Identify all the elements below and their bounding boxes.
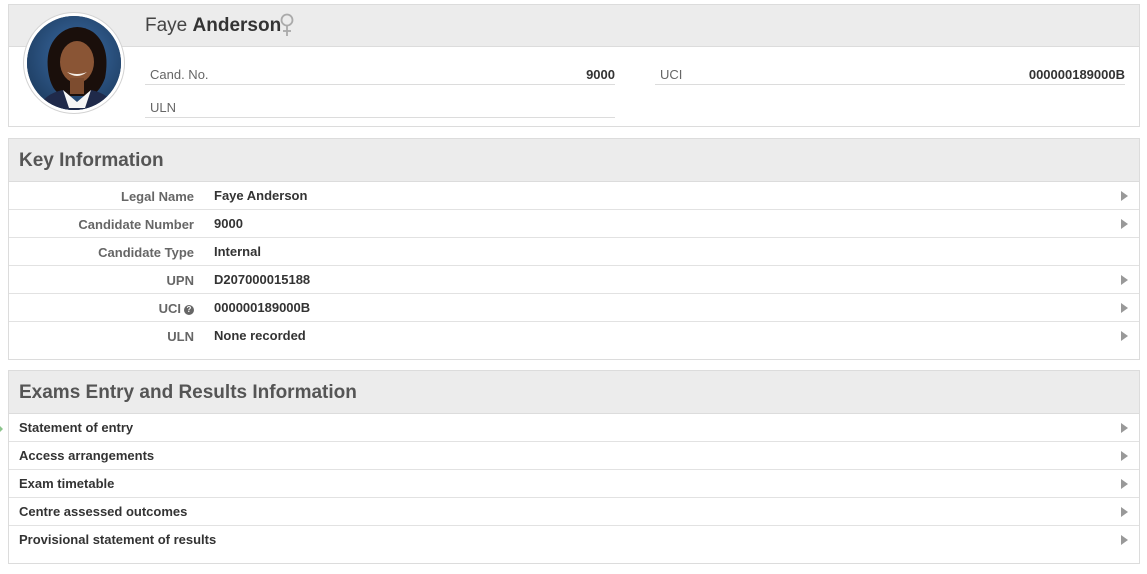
row-label: Candidate Number: [78, 217, 194, 232]
female-symbol-icon: [280, 13, 294, 36]
key-row-candidate-type: Candidate Type Internal: [9, 238, 1139, 266]
row-label-with-help: UCI?: [159, 301, 194, 316]
avatar-image: [27, 16, 121, 110]
chevron-right-icon[interactable]: [1121, 479, 1128, 489]
candidate-avatar: [24, 13, 124, 113]
uci-label: UCI: [660, 67, 683, 82]
uci-field: UCI 000000189000B: [655, 52, 1125, 85]
cand-no-value: 9000: [586, 67, 615, 82]
chevron-right-icon[interactable]: [1121, 507, 1128, 517]
list-item-label: Provisional statement of results: [19, 532, 217, 547]
chevron-right-icon[interactable]: [1121, 423, 1128, 433]
chevron-right-icon[interactable]: [1121, 219, 1128, 229]
chevron-right-icon[interactable]: [1121, 451, 1128, 461]
row-value: None recorded: [214, 328, 306, 343]
uci-value: 000000189000B: [1028, 67, 1125, 82]
exams-results-title: Exams Entry and Results Information: [9, 371, 1139, 414]
cand-no-field: Cand. No. 9000: [145, 52, 615, 85]
row-value: Faye Anderson: [214, 188, 308, 203]
key-row-uci[interactable]: UCI? 000000189000B: [9, 294, 1139, 322]
chevron-right-icon[interactable]: [1121, 535, 1128, 545]
key-information-panel: Key Information Legal Name Faye Anderson…: [8, 138, 1140, 360]
row-value: Internal: [214, 244, 261, 259]
candidate-profile-panel: Faye Anderson Cand. No. 9000 UCI 0000001…: [8, 4, 1140, 127]
exams-item-centre-assessed-outcomes[interactable]: Centre assessed outcomes: [9, 498, 1139, 526]
row-value: D207000015188: [214, 272, 311, 287]
row-value: 9000: [214, 216, 243, 231]
row-label: ULN: [167, 329, 194, 344]
key-row-legal-name[interactable]: Legal Name Faye Anderson: [9, 182, 1139, 210]
list-item-label: Exam timetable: [19, 476, 115, 491]
exams-item-exam-timetable[interactable]: Exam timetable: [9, 470, 1139, 498]
exams-item-provisional-statement-of-results[interactable]: Provisional statement of results: [9, 526, 1139, 554]
key-row-candidate-number[interactable]: Candidate Number 9000: [9, 210, 1139, 238]
list-item-label: Access arrangements: [19, 448, 155, 463]
uln-label: ULN: [150, 100, 177, 115]
help-icon[interactable]: ?: [184, 305, 194, 315]
candidate-last-name: Anderson: [192, 15, 282, 36]
row-label: Candidate Type: [98, 245, 194, 260]
exams-item-access-arrangements[interactable]: Access arrangements: [9, 442, 1139, 470]
uln-field: ULN: [145, 85, 615, 118]
key-information-title: Key Information: [9, 139, 1139, 182]
chevron-right-icon[interactable]: [1121, 303, 1128, 313]
key-row-uln[interactable]: ULN None recorded: [9, 322, 1139, 350]
chevron-right-icon[interactable]: [1121, 191, 1128, 201]
exams-item-statement-of-entry[interactable]: Statement of entry: [9, 414, 1139, 442]
key-row-upn[interactable]: UPN D207000015188: [9, 266, 1139, 294]
list-item-label: Statement of entry: [19, 420, 134, 435]
chevron-right-icon[interactable]: [1121, 275, 1128, 285]
row-label: UCI: [158, 301, 181, 316]
chevron-right-icon[interactable]: [1121, 331, 1128, 341]
exams-results-panel: Exams Entry and Results Information Stat…: [8, 370, 1140, 564]
row-label: UPN: [166, 273, 194, 288]
active-row-marker-icon: [0, 426, 3, 432]
row-value: 000000189000B: [214, 300, 311, 315]
candidate-first-name: Faye: [145, 15, 188, 36]
list-item-label: Centre assessed outcomes: [19, 504, 188, 519]
candidate-name: Faye Anderson: [145, 15, 281, 37]
row-label: Legal Name: [121, 189, 194, 204]
cand-no-label: Cand. No.: [150, 67, 209, 82]
